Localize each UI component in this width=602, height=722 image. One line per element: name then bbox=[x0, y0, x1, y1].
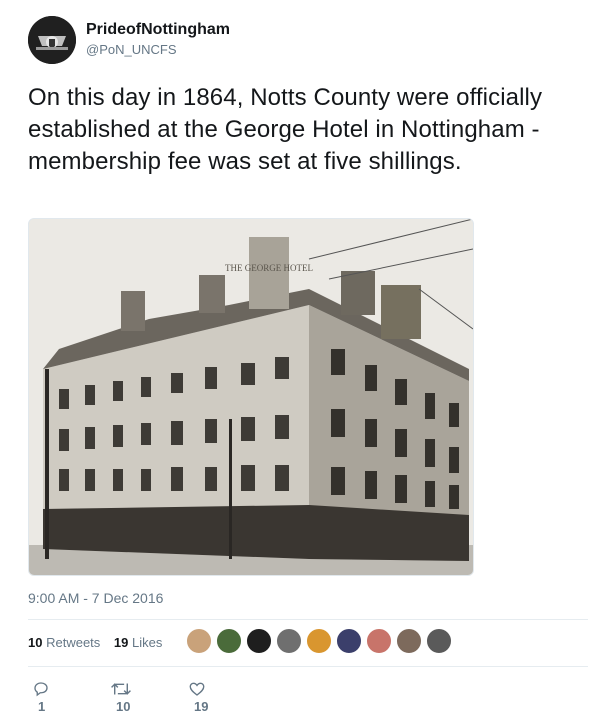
retweet-count: 10 bbox=[116, 699, 131, 715]
retweets-count: 10 bbox=[28, 635, 43, 650]
liker-avatar[interactable] bbox=[426, 628, 452, 654]
tweet-header: PrideofNottingham @PoN_UNCFS bbox=[28, 16, 568, 66]
likes-label: Likes bbox=[132, 635, 163, 650]
liker-avatar[interactable] bbox=[216, 628, 242, 654]
tweet-timestamp[interactable]: 9:00 AM - 7 Dec 2016 bbox=[28, 590, 163, 606]
like-button[interactable]: 19 bbox=[188, 680, 208, 714]
likes-stat[interactable]: 19 Likes bbox=[114, 635, 162, 650]
divider bbox=[28, 666, 588, 667]
likes-count: 19 bbox=[113, 635, 129, 650]
engagement-stats: 10 Retweets 19 Likes bbox=[28, 635, 172, 655]
george-hotel-photo: THE GEORGE HOTEL bbox=[29, 219, 473, 575]
user-handle[interactable]: @PoN_UNCFS bbox=[86, 41, 230, 59]
nottingham-crest-icon bbox=[28, 16, 76, 64]
liker-avatar[interactable] bbox=[336, 628, 362, 654]
reply-button[interactable]: 1 bbox=[32, 680, 50, 714]
liker-avatar[interactable] bbox=[246, 628, 272, 654]
reply-icon bbox=[34, 682, 48, 697]
avatar[interactable] bbox=[28, 16, 76, 64]
liker-avatar[interactable] bbox=[366, 628, 392, 654]
liker-avatar[interactable] bbox=[186, 628, 212, 654]
retweets-label: Retweets bbox=[46, 635, 101, 650]
reply-count: 1 bbox=[38, 699, 46, 715]
display-name[interactable]: PrideofNottingham bbox=[86, 20, 230, 40]
retweet-button[interactable]: 10 bbox=[110, 680, 132, 714]
tweet-photo[interactable]: THE GEORGE HOTEL bbox=[28, 218, 474, 576]
liker-avatar[interactable] bbox=[276, 628, 302, 654]
liker-avatar[interactable] bbox=[306, 628, 332, 654]
retweets-stat[interactable]: 10 Retweets bbox=[28, 635, 104, 650]
tweet-text: On this day in 1864, Notts County were o… bbox=[28, 84, 543, 175]
like-count: 19 bbox=[194, 699, 209, 715]
retweet-icon bbox=[111, 683, 131, 695]
liker-avatars bbox=[186, 628, 456, 658]
liker-avatar[interactable] bbox=[396, 628, 422, 654]
heart-icon bbox=[189, 682, 205, 696]
hotel-sign-text: THE GEORGE HOTEL bbox=[225, 263, 313, 273]
divider bbox=[28, 619, 588, 620]
